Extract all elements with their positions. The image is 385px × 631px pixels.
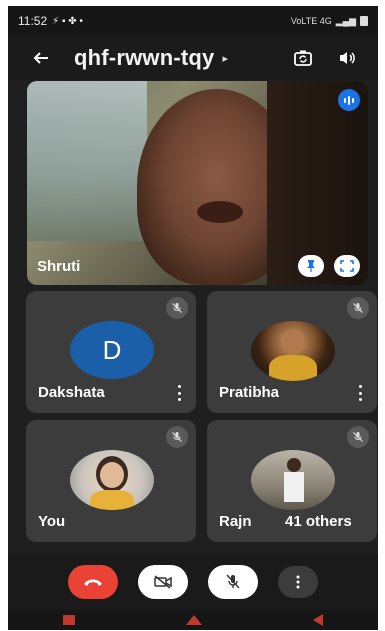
mic-toggle-button[interactable] [208, 565, 258, 599]
back-button[interactable] [24, 41, 58, 75]
main-participant-name: Shruti [37, 258, 81, 275]
mic-off-icon [226, 574, 240, 589]
system-nav-bar [8, 610, 378, 630]
others-count-label[interactable]: 41 others [281, 513, 356, 530]
pin-icon [307, 260, 315, 272]
participant-tile-dakshata[interactable]: D Dakshata [26, 291, 196, 413]
more-icon [296, 575, 300, 589]
avatar [70, 450, 154, 510]
mic-off-icon [166, 426, 188, 448]
mic-off-icon [347, 426, 369, 448]
more-options-button[interactable] [278, 566, 318, 598]
video-background [27, 81, 147, 241]
notification-icons: ⚡ ▪ ✤ • [52, 15, 83, 27]
camera-toggle-button[interactable] [138, 565, 188, 599]
recents-button[interactable] [63, 615, 76, 625]
avatar-letter: D [102, 334, 122, 365]
speaker-icon [340, 52, 355, 64]
more-options-button[interactable] [176, 385, 182, 401]
back-nav-button[interactable] [312, 614, 323, 626]
mic-off-icon [347, 297, 369, 319]
participant-name: Pratibha [219, 384, 280, 401]
participant-tile-you[interactable]: You [26, 420, 196, 542]
mic-off-icon [166, 297, 188, 319]
avatar [251, 450, 335, 510]
participant-tile-pratibha[interactable]: Pratibha [207, 291, 377, 413]
participant-name: Rajn [219, 513, 252, 530]
speaking-indicator-icon [338, 89, 360, 111]
battery-icon [360, 16, 368, 26]
video-detail [197, 201, 243, 223]
fullscreen-button[interactable] [334, 255, 360, 277]
fullscreen-icon [340, 260, 354, 272]
network-label: VoLTE 4G [290, 16, 332, 26]
meeting-code[interactable]: qhf-rwwn-tqy [74, 45, 214, 71]
avatar [251, 321, 335, 381]
main-video-tile[interactable]: Shruti [27, 81, 368, 285]
status-bar: 11:52 ⚡ ▪ ✤ • VoLTE 4G ▂▄▆ [8, 6, 378, 36]
back-arrow-icon [33, 52, 48, 64]
speaker-button[interactable] [334, 45, 360, 71]
call-controls [8, 554, 378, 610]
camera-off-icon [154, 575, 172, 589]
video-shadow [267, 81, 368, 285]
end-call-icon [84, 579, 102, 586]
participant-name: You [38, 513, 66, 530]
signal-icon: ▂▄▆ [335, 15, 356, 26]
pin-button[interactable] [298, 255, 324, 277]
home-button[interactable] [185, 615, 202, 625]
more-options-button[interactable] [357, 385, 363, 401]
status-time: 11:52 [18, 14, 48, 28]
end-call-button[interactable] [68, 565, 118, 599]
switch-camera-button[interactable] [290, 45, 316, 71]
avatar: D [70, 321, 154, 379]
meeting-header: qhf-rwwn-tqy ▸ [8, 36, 378, 80]
switch-camera-icon [294, 50, 312, 66]
phone-screen: 11:52 ⚡ ▪ ✤ • VoLTE 4G ▂▄▆ qhf-rwwn-tqy … [8, 6, 378, 630]
participant-tile-others[interactable]: Rajn 41 others [207, 420, 377, 542]
participant-name: Dakshata [38, 384, 105, 401]
chevron-right-icon[interactable]: ▸ [222, 52, 228, 65]
